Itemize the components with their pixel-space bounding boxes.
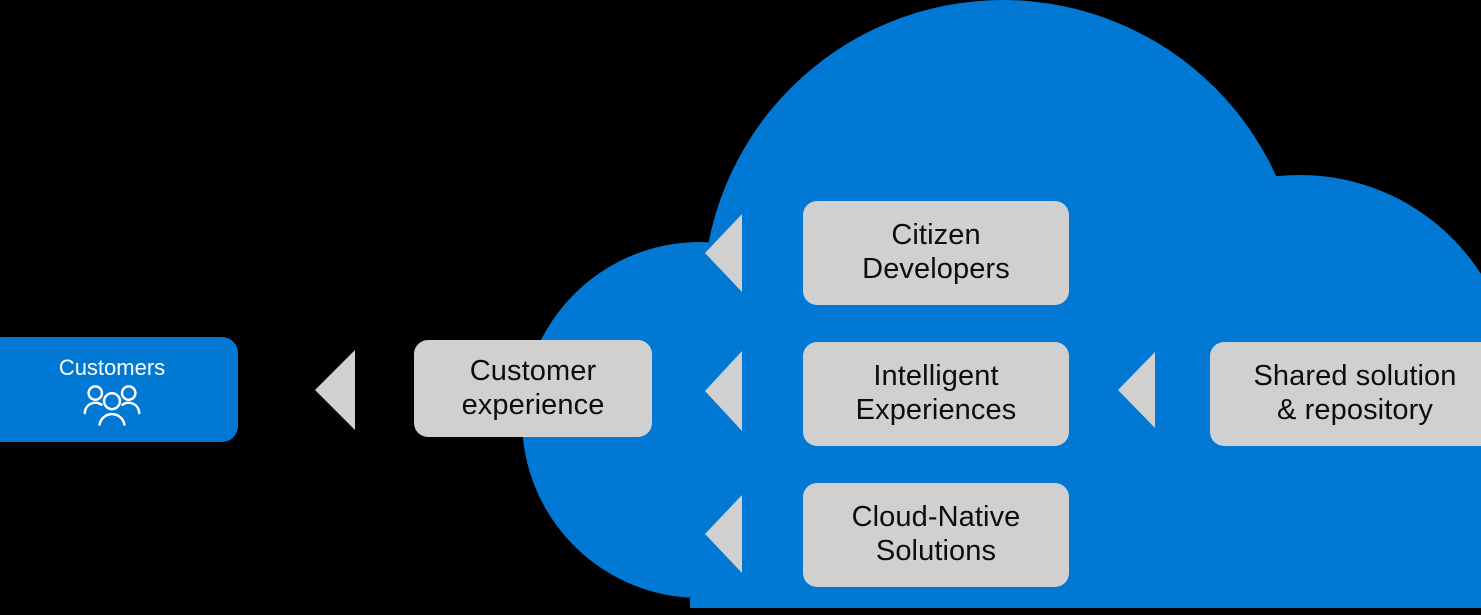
- arrow-to-customer-experience-icon: [705, 351, 742, 431]
- people-group-icon: [83, 385, 141, 427]
- node-customer-experience-label: Customer experience: [461, 354, 605, 421]
- node-customers-label: Customers: [58, 354, 166, 380]
- node-shared-solution-repository[interactable]: Shared solution & repository: [1210, 342, 1481, 446]
- arrow-citizen-developers-out-icon: [705, 214, 742, 292]
- node-customers[interactable]: Customers: [0, 337, 238, 442]
- node-citizen-developers[interactable]: Citizen Developers: [803, 201, 1069, 305]
- cloud-bottom-mask: [0, 608, 1481, 615]
- node-shared-solution-repository-label: Shared solution & repository: [1253, 360, 1457, 426]
- diagram-canvas: Customers Customer experience Citizen De…: [0, 0, 1481, 615]
- node-cloud-native-solutions-label: Cloud-Native Solutions: [851, 501, 1021, 567]
- arrow-shared-solution-out-icon: [1118, 352, 1155, 428]
- node-intelligent-experiences-label: Intelligent Experiences: [855, 360, 1017, 426]
- arrow-cloud-native-out-icon: [705, 495, 742, 573]
- node-cloud-native-solutions[interactable]: Cloud-Native Solutions: [803, 483, 1069, 587]
- arrow-to-customers-icon: [315, 350, 355, 430]
- node-customer-experience[interactable]: Customer experience: [414, 340, 652, 437]
- node-intelligent-experiences[interactable]: Intelligent Experiences: [803, 342, 1069, 446]
- node-citizen-developers-label: Citizen Developers: [862, 219, 1010, 285]
